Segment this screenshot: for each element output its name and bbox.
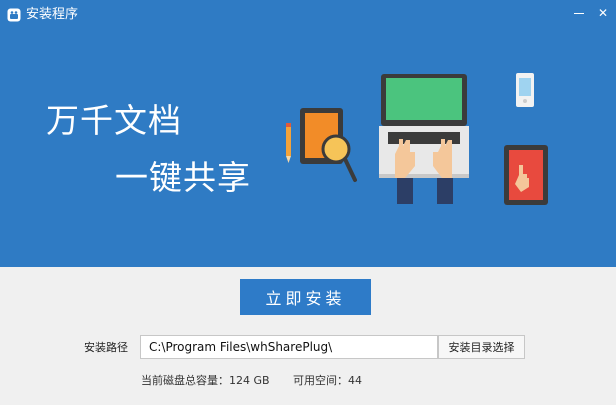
- slogan-line-1: 万千文档: [46, 101, 182, 140]
- disk-total-capacity: 当前磁盘总容量：124 GB: [141, 374, 270, 387]
- phone-icon: [516, 73, 534, 107]
- install-path-input[interactable]: [140, 335, 438, 359]
- disk-free-space: 可用空间：44: [293, 374, 362, 387]
- installer-window: 安装程序 ✕ 万千文档 一键共享 立即安装 安装路径 C:\Program Fi…: [0, 0, 616, 405]
- close-button[interactable]: ✕: [592, 4, 614, 22]
- magnifier-icon: [321, 134, 357, 182]
- minimize-icon: [574, 13, 584, 14]
- devices-illustration: [286, 73, 548, 205]
- close-icon: ✕: [597, 6, 609, 20]
- laptop-icon: [379, 74, 469, 178]
- minimize-button[interactable]: [568, 4, 590, 22]
- window-title: 安装程序: [26, 7, 79, 22]
- bottom-panel: 立即安装 安装路径 安装目录选择 当前磁盘总容量：124 GB 可用空间：44: [0, 267, 616, 405]
- pencil-icon: [286, 123, 291, 163]
- install-now-button[interactable]: 立即安装: [240, 279, 371, 315]
- title-bar: 安装程序 ✕: [0, 0, 616, 30]
- app-icon: [7, 8, 21, 22]
- install-path-label: 安装路径: [84, 341, 128, 354]
- slogan-line-2: 一键共享: [115, 158, 251, 197]
- browse-directory-button[interactable]: 安装目录选择: [438, 335, 525, 359]
- touch-tablet-icon: [504, 145, 548, 205]
- banner: 安装程序 ✕ 万千文档 一键共享: [0, 0, 616, 267]
